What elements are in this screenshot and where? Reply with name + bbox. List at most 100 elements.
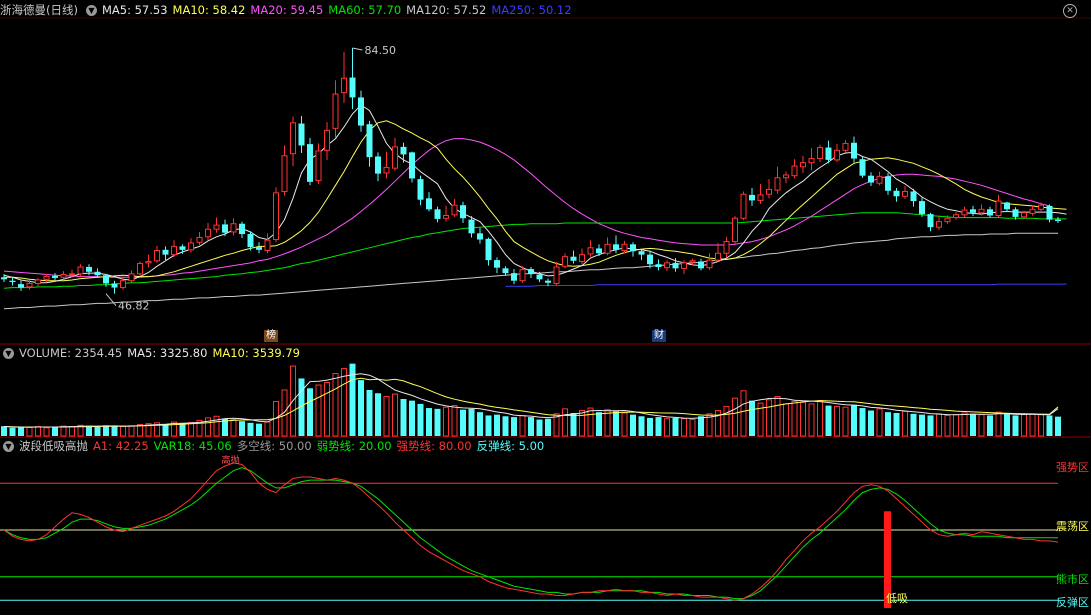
candle-up xyxy=(936,221,942,228)
zone-label-strong: 强势区 xyxy=(1056,461,1089,474)
candle-down xyxy=(409,152,415,179)
candle-up xyxy=(689,260,696,263)
volume-bar-down xyxy=(94,426,101,436)
candle-up xyxy=(230,223,237,233)
candle-down xyxy=(477,233,483,240)
candle-down xyxy=(400,146,407,155)
candle-down xyxy=(111,283,118,288)
ma20-value: MA20: 59.45 xyxy=(250,3,324,17)
volume-bar-up xyxy=(834,405,840,437)
volume-bar-down xyxy=(417,403,424,436)
candle-down xyxy=(528,269,534,274)
candle-up xyxy=(978,208,985,214)
candle-up xyxy=(800,162,806,168)
volume-bar-down xyxy=(426,408,432,436)
volume-bar-down xyxy=(885,412,891,436)
ma250-value: MA250: 50.12 xyxy=(491,3,572,17)
candle-up xyxy=(757,194,764,201)
chevron-down-icon[interactable]: ▼ xyxy=(85,4,97,16)
volume-bar-down xyxy=(910,413,917,436)
qiangshi-value: 强势线: 80.00 xyxy=(396,439,472,453)
volume-bar-down xyxy=(825,405,832,436)
volume-bar-down xyxy=(919,414,925,436)
candle-down xyxy=(358,97,364,126)
candle-up xyxy=(817,147,823,160)
candle-down xyxy=(349,77,356,98)
volume-bar-up xyxy=(715,410,721,437)
volume-bar-down xyxy=(256,423,262,436)
volume-bar-down xyxy=(528,417,534,436)
volume-bar-down xyxy=(52,426,58,436)
candle-down xyxy=(630,244,636,252)
volume-bar-down xyxy=(868,410,874,436)
candle-down xyxy=(485,238,492,261)
candle-down xyxy=(536,274,543,280)
candle-down xyxy=(1,277,7,280)
candle-up xyxy=(681,262,687,269)
ma120-value: MA120: 57.52 xyxy=(406,3,487,17)
volume-bar-up xyxy=(43,427,50,437)
volume-header: ▼ VOLUME: 2354.45 MA5: 3325.80 MA10: 353… xyxy=(0,345,305,361)
volume-bar-down xyxy=(638,416,645,436)
candle-down xyxy=(426,198,432,210)
duokong-value: 多空线: 50.00 xyxy=(236,439,312,453)
candle-up xyxy=(341,77,347,94)
volume-bar-up xyxy=(1021,414,1027,437)
volume-bar-down xyxy=(1012,415,1019,436)
candle-down xyxy=(859,159,866,176)
candle-down xyxy=(825,147,832,160)
candle-up xyxy=(264,239,271,251)
candle-down xyxy=(638,251,645,255)
candle-down xyxy=(570,256,577,261)
main-header: 浙海德曼(日线) ▼ MA5: 57.53 MA10: 58.42 MA20: … xyxy=(0,2,577,18)
volume-bar-down xyxy=(893,412,900,436)
volume-bar-down xyxy=(630,414,636,436)
volume-bar-down xyxy=(655,417,662,436)
bang-marker[interactable]: 榜 xyxy=(264,330,278,342)
zone-label-range: 震荡区 xyxy=(1056,520,1089,533)
volume-bar-down xyxy=(536,419,543,436)
volume-bar-up xyxy=(953,414,959,437)
close-icon[interactable]: ✕ xyxy=(1063,4,1077,18)
volume-bar-up xyxy=(69,426,75,437)
candle-down xyxy=(1046,205,1053,220)
volume-bar-up xyxy=(341,368,347,437)
candle-down xyxy=(868,175,874,183)
volume-ma5: MA5: 3325.80 xyxy=(127,346,208,360)
candle-up xyxy=(290,122,296,155)
candle-down xyxy=(179,246,186,250)
volume-bar-up xyxy=(383,396,390,437)
volume-bar-up xyxy=(817,400,823,437)
candle-down xyxy=(18,284,24,288)
stock-chart[interactable]: 84.50 46.82 低吸 高抛 xyxy=(0,0,1091,615)
candle-up xyxy=(723,241,730,254)
var18-value: VAR18: 45.06 xyxy=(153,439,232,453)
volume-bar-down xyxy=(647,417,653,436)
volume-bar-up xyxy=(689,419,696,437)
cai-marker[interactable]: 财 xyxy=(652,330,666,342)
a1-value: A1: 42.25 xyxy=(93,439,149,453)
candle-down xyxy=(502,268,509,274)
volume-bar-up xyxy=(808,403,815,437)
candle-up xyxy=(902,190,908,197)
volume-bar-up xyxy=(681,418,687,437)
annotation-leader xyxy=(352,47,363,51)
chevron-down-icon[interactable]: ▼ xyxy=(3,440,14,452)
candle-up xyxy=(171,245,177,256)
candle-up xyxy=(315,150,322,181)
candle-up xyxy=(562,256,568,267)
candle-down xyxy=(494,260,500,268)
volume-bar-up xyxy=(60,425,67,437)
chevron-down-icon[interactable]: ▼ xyxy=(3,347,14,359)
candle-up xyxy=(783,174,789,179)
stock-title[interactable]: 浙海德曼(日线) xyxy=(0,2,78,18)
volume-bar-up xyxy=(774,396,781,437)
volume-bar-down xyxy=(239,421,245,436)
volume-bar-down xyxy=(179,423,186,436)
candle-up xyxy=(145,260,152,264)
zone-label-bear: 熊市区 xyxy=(1056,573,1089,586)
candle-up xyxy=(706,259,713,269)
candle-up xyxy=(519,269,526,282)
candle-up xyxy=(876,175,883,184)
volume-bar-down xyxy=(468,408,475,436)
